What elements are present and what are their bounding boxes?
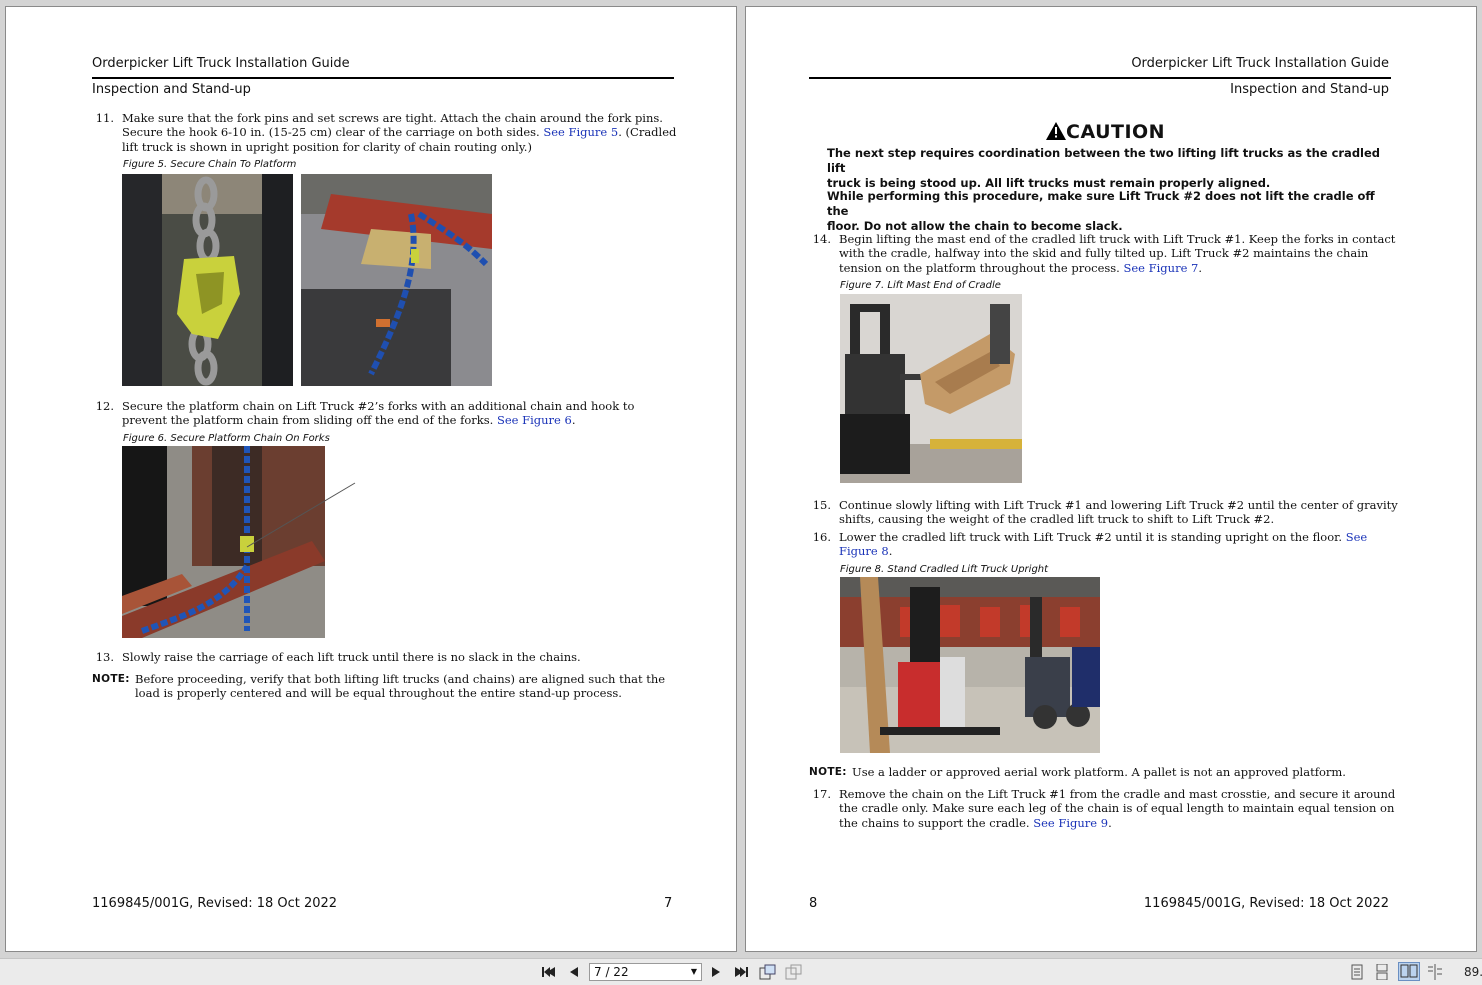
- step-text-run: .: [888, 544, 893, 559]
- figure-8-link-part1[interactable]: See: [1346, 530, 1368, 544]
- step-text-run: .: [1108, 815, 1112, 830]
- step-number: 14.: [812, 232, 831, 246]
- step-line: Slowly raise the carriage of each lift t…: [122, 650, 581, 664]
- figure-5-caption: Figure 5. Secure Chain To Platform: [123, 159, 297, 170]
- note-line: Before proceeding, verify that both lift…: [135, 672, 666, 686]
- figure-9-link[interactable]: See Figure 9: [1033, 816, 1108, 830]
- step-text-run: the chains to support the cradle.: [839, 815, 1034, 830]
- step-number: 16.: [812, 530, 831, 544]
- note-line: load is properly centered and will be eq…: [135, 686, 622, 701]
- step-line: with the cradle, halfway into the skid a…: [839, 246, 1369, 261]
- step-text-run: .: [571, 413, 576, 428]
- chevron-down-icon: ▼: [690, 967, 697, 976]
- note-text: Use a ladder or approved aerial work pla…: [852, 765, 1346, 779]
- step-text: Remove the chain on the Lift Truck #1 fr…: [839, 787, 1395, 830]
- header-rule: [809, 77, 1391, 79]
- warning-triangle-icon: [1046, 122, 1066, 140]
- figure-6-caption: Figure 6. Secure Platform Chain On Forks: [123, 433, 330, 444]
- footer-page-number: 7: [664, 896, 673, 911]
- note-label: NOTE:: [809, 766, 847, 778]
- rotate-icon[interactable]: [759, 964, 777, 980]
- step-line: Make sure that the fork pins and set scr…: [122, 111, 663, 125]
- figure-5-link[interactable]: See Figure 5: [543, 125, 618, 139]
- last-page-icon[interactable]: [733, 966, 749, 978]
- step-line: Lower the cradled lift truck with Lift T…: [839, 530, 1367, 544]
- first-page-icon[interactable]: [541, 966, 557, 978]
- footer-doc-id: 1169845/001G, Revised: 18 Oct 2022: [92, 896, 338, 911]
- next-page-icon[interactable]: [710, 966, 722, 978]
- step-line: the cradle only. Make sure each leg of t…: [839, 801, 1395, 816]
- header-title: Orderpicker Lift Truck Installation Guid…: [92, 56, 350, 71]
- step-line: lift truck is shown in upright position …: [122, 139, 532, 154]
- figure-8-link-part2[interactable]: Figure 8: [839, 544, 889, 558]
- continuous-icon[interactable]: [1375, 964, 1389, 980]
- footer-doc-id: 1169845/001G, Revised: 18 Oct 2022: [1143, 896, 1389, 911]
- fit-icon[interactable]: [785, 964, 803, 980]
- note-text: Before proceeding, verify that both lift…: [135, 672, 665, 701]
- step-line: Remove the chain on the Lift Truck #1 fr…: [839, 787, 1396, 801]
- figure-8-photo: [840, 577, 1100, 753]
- figure-6-link[interactable]: See Figure 6: [497, 413, 572, 427]
- two-page-toggle[interactable]: [1398, 962, 1420, 981]
- page-8: Orderpicker Lift Truck Installation Guid…: [745, 6, 1477, 952]
- note-label: NOTE:: [92, 673, 130, 685]
- note-line: Use a ladder or approved aerial work pla…: [852, 765, 1346, 779]
- page-7: Orderpicker Lift Truck Installation Guid…: [5, 6, 737, 952]
- step-text-run: .: [1198, 260, 1203, 275]
- caution-paragraph-2: While performing this procedure, make su…: [827, 189, 1387, 234]
- step-text: Slowly raise the carriage of each lift t…: [122, 650, 581, 664]
- step-number: 11.: [95, 111, 114, 125]
- step-number: 15.: [812, 498, 831, 512]
- step-text-run: Lower the cradled lift truck with Lift T…: [839, 530, 1346, 544]
- step-line: shifts, causing the weight of the cradle…: [839, 512, 1275, 527]
- caution-line: The next step requires coordination betw…: [827, 146, 1381, 175]
- figure-6-callout-arrow: [246, 482, 356, 548]
- step-text-run: prevent the platform chain from sliding …: [122, 413, 497, 428]
- caution-heading: CAUTION: [1046, 121, 1165, 143]
- step-text-run: tension on the platform throughout the p…: [839, 260, 1124, 275]
- two-page-continuous-icon[interactable]: [1427, 964, 1443, 980]
- two-page-icon: [1400, 964, 1418, 978]
- step-line: Begin lifting the mast end of the cradle…: [839, 232, 1396, 246]
- step-line: prevent the platform chain from sliding …: [122, 413, 634, 427]
- figure-5-photo-right: [301, 174, 492, 386]
- step-line: Figure 8.: [839, 544, 1367, 558]
- step-text-run: . (Cradled: [618, 125, 677, 140]
- page-indicator: 7 / 22: [594, 965, 629, 979]
- step-line: Secure the platform chain on Lift Truck …: [122, 399, 635, 413]
- step-text: Begin lifting the mast end of the cradle…: [839, 232, 1395, 275]
- caution-paragraph-1: The next step requires coordination betw…: [827, 146, 1387, 191]
- step-number: 17.: [812, 787, 831, 801]
- zoom-level[interactable]: 89.: [1464, 965, 1482, 979]
- viewer-toolbar: 7 / 22 ▼ 89.: [0, 958, 1482, 985]
- step-line: the chains to support the cradle. See Fi…: [839, 816, 1395, 830]
- step-number: 12.: [95, 399, 114, 413]
- step-line: Secure the hook 6-10 in. (15-25 cm) clea…: [122, 125, 676, 139]
- step-number: 13.: [95, 650, 114, 664]
- single-page-icon[interactable]: [1350, 964, 1364, 980]
- step-text-run: Secure the hook 6-10 in. (15-25 cm) clea…: [122, 125, 544, 140]
- step-text: Lower the cradled lift truck with Lift T…: [839, 530, 1367, 559]
- prev-page-icon[interactable]: [568, 966, 580, 978]
- header-title: Orderpicker Lift Truck Installation Guid…: [1131, 56, 1389, 71]
- header-rule: [92, 77, 674, 79]
- header-section: Inspection and Stand-up: [92, 82, 251, 97]
- figure-7-photo: [840, 294, 1022, 483]
- step-text: Make sure that the fork pins and set scr…: [122, 111, 676, 154]
- figure-5-photo-left: [122, 174, 293, 386]
- footer-page-number: 8: [809, 896, 818, 911]
- header-section: Inspection and Stand-up: [1230, 82, 1389, 97]
- step-text: Secure the platform chain on Lift Truck …: [122, 399, 634, 428]
- caution-line: While performing this procedure, make su…: [827, 189, 1375, 218]
- figure-8-caption: Figure 8. Stand Cradled Lift Truck Uprig…: [840, 564, 1049, 575]
- figure-7-link[interactable]: See Figure 7: [1124, 261, 1199, 275]
- page-number-select[interactable]: 7 / 22 ▼: [589, 963, 702, 981]
- step-text: Continue slowly lifting with Lift Truck …: [839, 498, 1398, 527]
- step-line: Continue slowly lifting with Lift Truck …: [839, 498, 1398, 512]
- step-line: tension on the platform throughout the p…: [839, 261, 1395, 275]
- caution-title: CAUTION: [1066, 121, 1166, 143]
- figure-7-caption: Figure 7. Lift Mast End of Cradle: [840, 280, 1001, 291]
